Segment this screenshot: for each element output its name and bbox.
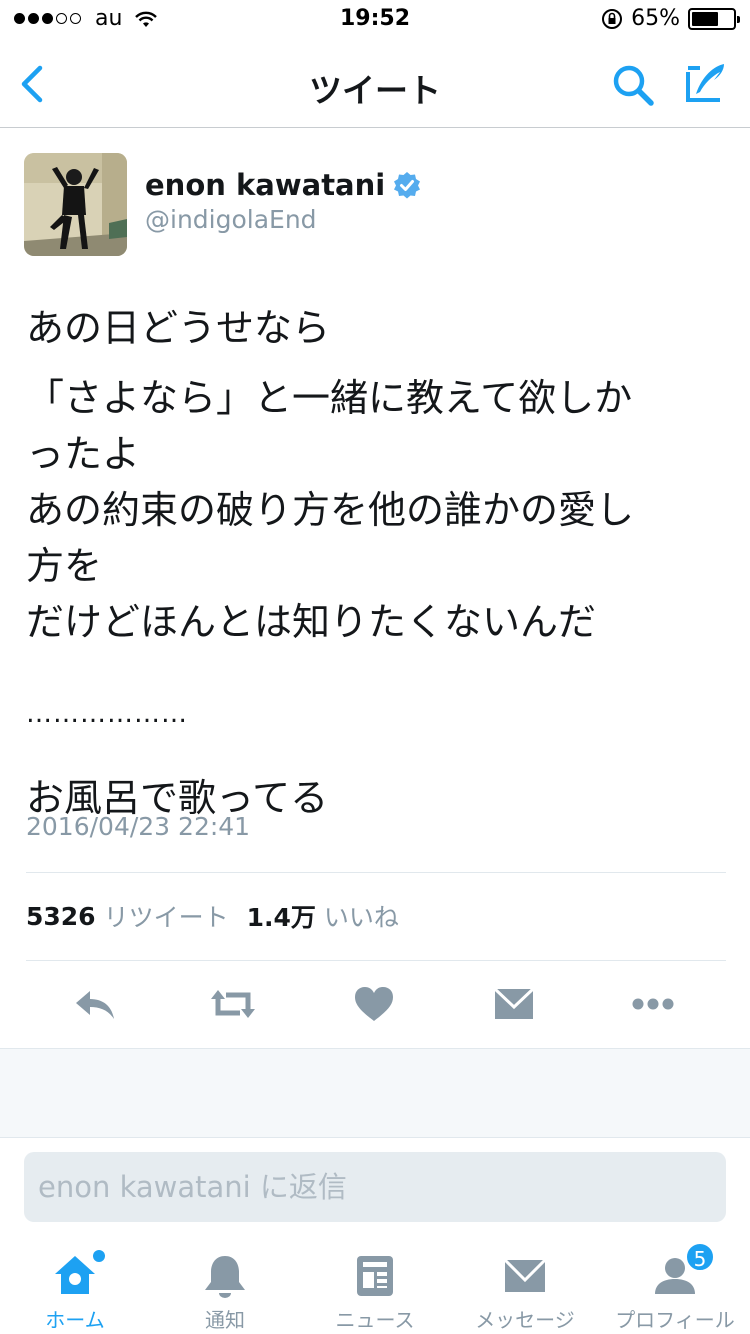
divider [26,960,726,961]
compose-icon[interactable] [684,60,730,106]
news-icon [351,1252,399,1300]
tab-label: ニュース [335,1308,415,1332]
mail-icon [501,1252,549,1300]
direct-message-icon[interactable] [491,983,537,1025]
divider [26,872,726,873]
rotation-lock-icon [602,8,623,29]
profile-badge: 5 [685,1242,715,1272]
tweet-stats: 5326 リツイート 1.4万 いいね [26,898,417,934]
like-count[interactable]: 1.4万 [247,898,316,934]
tab-profile[interactable]: 5 プロフィール [600,1240,750,1334]
tab-label: 通知 [205,1308,245,1332]
tab-label: メッセージ [475,1308,575,1332]
tweet-actions [0,975,750,1035]
battery-icon [688,7,740,30]
avatar[interactable] [24,153,127,256]
status-right: 65% [601,6,740,31]
home-icon [51,1250,105,1300]
tweet-text: あの日どうせなら 「さよなら」と一緒に教えて欲しか ったよ あの約束の破り方を他… [26,300,726,826]
more-icon[interactable] [630,983,676,1025]
battery-percent: 65% [631,6,680,31]
tab-notifications[interactable]: 通知 [150,1240,300,1334]
status-bar: au 19:52 65% [0,0,750,40]
tweet-text-line: ……………… [26,699,188,729]
bell-icon [201,1252,249,1300]
tab-label: プロフィール [615,1308,735,1332]
tab-home[interactable]: ホーム [0,1240,150,1334]
notification-dot [93,1250,105,1262]
tweet-timestamp: 2016/04/23 22:41 [26,812,251,841]
nav-bar: ツイート [0,40,750,128]
tab-bar: ホーム 通知 ニュース メッセージ 5 プロフィール [0,1240,750,1334]
like-label[interactable]: いいね [324,898,399,934]
retweet-icon[interactable] [210,983,256,1025]
search-icon[interactable] [610,62,656,108]
tweet-text-line: あの日どうせなら [26,306,331,350]
profile-icon: 5 [651,1242,715,1300]
tab-messages[interactable]: メッセージ [450,1240,600,1334]
reply-icon[interactable] [72,983,118,1025]
tweet-text-line: 「さよなら」と一緒に教えて欲しか ったよ あの約束の破り方を他の誰かの愛し 方を… [26,376,635,644]
like-heart-icon[interactable] [351,983,397,1025]
retweet-count[interactable]: 5326 [26,902,96,931]
replies-area [0,1048,750,1138]
reply-input[interactable] [24,1152,726,1222]
tab-news[interactable]: ニュース [300,1240,450,1334]
tab-label: ホーム [45,1308,105,1332]
retweet-label[interactable]: リツイート [104,898,229,934]
verified-badge-icon [394,172,421,199]
author-name[interactable]: enon kawatani [145,168,421,202]
author-handle: @indigolaEnd [145,205,317,234]
author-name-text: enon kawatani [145,168,386,202]
